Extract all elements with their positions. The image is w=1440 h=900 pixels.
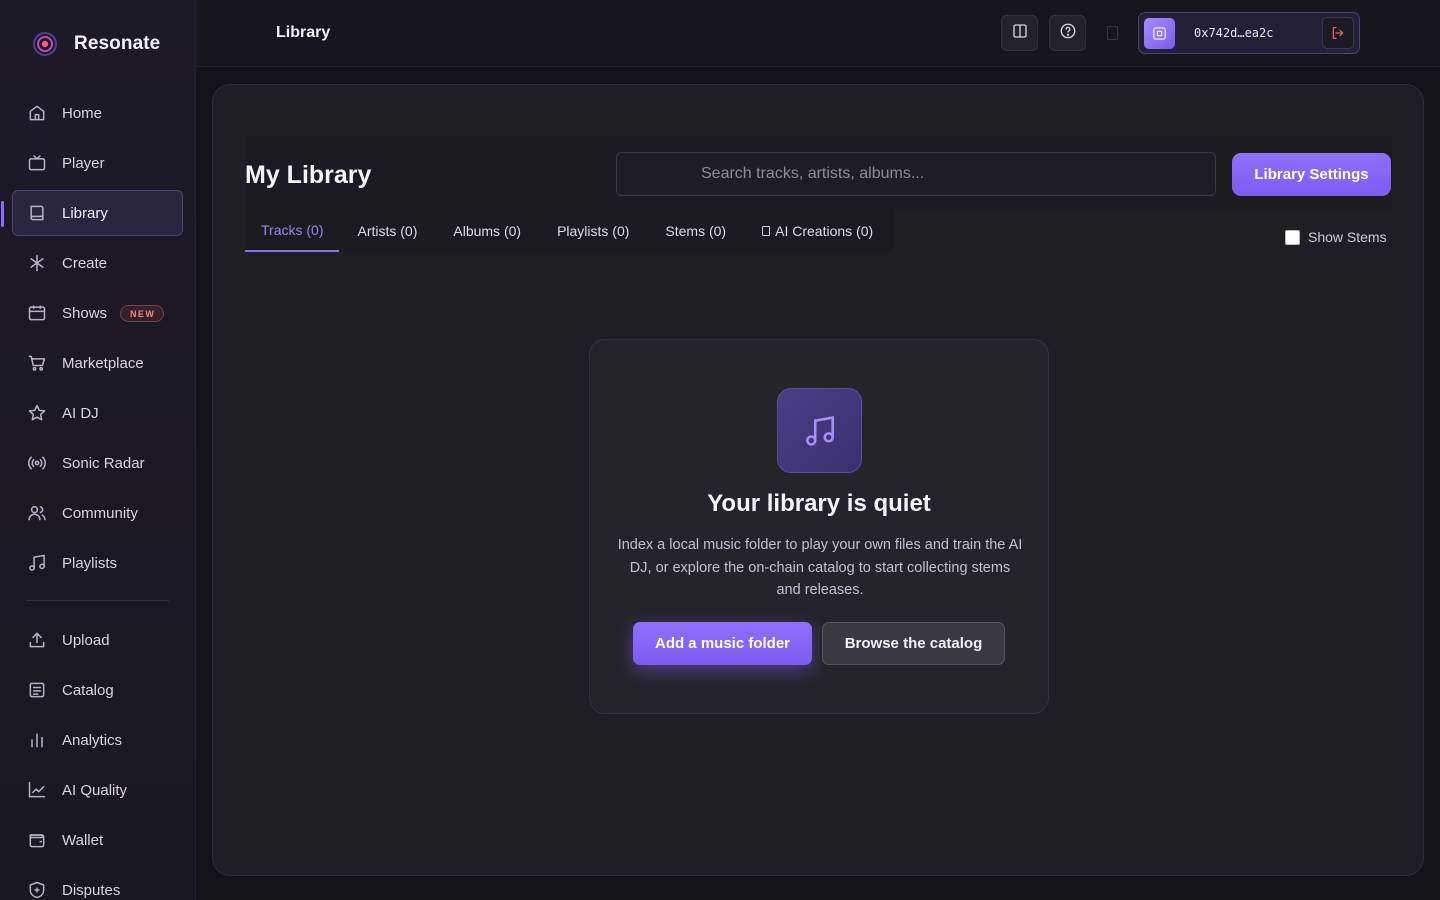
sidebar: Resonate Home Player Library Create Show… <box>0 0 196 900</box>
sidebar-divider <box>26 600 169 601</box>
sidebar-item-player[interactable]: Player <box>12 140 183 186</box>
tab-tracks[interactable]: Tracks (0) <box>245 209 340 252</box>
catalog-icon <box>26 679 48 701</box>
sidebar-item-sonic-radar[interactable]: Sonic Radar <box>12 440 183 486</box>
library-header: My Library Library Settings <box>245 136 1392 209</box>
upload-icon <box>26 629 48 651</box>
sidebar-item-label: Disputes <box>62 881 121 899</box>
wallet-address: 0x742d…ea2c <box>1194 26 1274 40</box>
sidebar-item-shows[interactable]: Shows NEW <box>12 290 183 336</box>
tab-label: AI Creations (0) <box>775 222 874 239</box>
logout-button[interactable] <box>1322 17 1354 49</box>
empty-state-title: Your library is quiet <box>707 490 931 517</box>
empty-state-description: Index a local music folder to play your … <box>617 537 1023 598</box>
radio-icon <box>26 452 48 474</box>
sidebar-item-label: Create <box>62 254 108 272</box>
library-title: My Library <box>245 161 372 189</box>
library-panel: My Library Library Settings Tracks (0) A… <box>212 84 1424 876</box>
missing-glyph-icon <box>762 225 771 236</box>
brand-name: Resonate <box>74 33 161 54</box>
wallet-icon <box>26 829 48 851</box>
help-button[interactable] <box>1049 15 1086 51</box>
tab-stems[interactable]: Stems (0) <box>647 209 744 252</box>
show-stems-toggle[interactable]: Show Stems <box>1285 229 1387 245</box>
sidebar-item-label: Home <box>62 104 103 122</box>
shield-icon <box>26 879 48 900</box>
tab-ai-creations[interactable]: AI Creations (0) <box>744 209 891 252</box>
sidebar-toggle-button[interactable] <box>1001 15 1038 51</box>
wallet-avatar-icon <box>1144 17 1175 49</box>
tab-artists[interactable]: Artists (0) <box>339 209 435 252</box>
sidebar-item-label: Upload <box>62 631 110 649</box>
panel-layout-icon <box>1011 22 1029 45</box>
sidebar-item-create[interactable]: Create <box>12 240 183 286</box>
page-title: Library <box>276 24 331 41</box>
sidebar-item-label: Community <box>62 504 138 522</box>
top-bar: Library 0x742d…ea2c <box>196 0 1440 67</box>
search-input[interactable] <box>616 152 1216 196</box>
sidebar-item-playlists[interactable]: Playlists <box>12 540 183 586</box>
library-tabs: Tracks (0) Artists (0) Albums (0) Playli… <box>245 209 893 252</box>
bar-chart-icon <box>26 729 48 751</box>
sidebar-item-label: Catalog <box>62 681 114 699</box>
home-icon <box>26 102 48 124</box>
sidebar-item-upload[interactable]: Upload <box>12 617 183 663</box>
sidebar-item-wallet[interactable]: Wallet <box>12 817 183 863</box>
sidebar-item-label: Wallet <box>62 831 104 849</box>
browse-catalog-button[interactable]: Browse the catalog <box>822 622 1005 665</box>
sidebar-item-label: Library <box>62 204 108 222</box>
show-stems-label: Show Stems <box>1308 229 1387 245</box>
sidebar-item-label: Player <box>62 154 105 172</box>
line-chart-icon <box>26 779 48 801</box>
sidebar-nav: Home Player Library Create Shows NEW Mar… <box>1 90 183 900</box>
notification-icon[interactable] <box>1107 26 1118 40</box>
logout-icon <box>1332 27 1344 39</box>
tab-playlists[interactable]: Playlists (0) <box>539 209 647 252</box>
music-note-icon <box>777 388 862 473</box>
sidebar-item-ai-dj[interactable]: AI DJ <box>12 390 183 436</box>
sidebar-item-label: Shows <box>62 304 108 322</box>
tv-icon <box>26 152 48 174</box>
sidebar-item-community[interactable]: Community <box>12 490 183 536</box>
calendar-icon <box>26 302 48 324</box>
resonate-logo-icon <box>32 31 58 57</box>
star-icon <box>26 402 48 424</box>
sidebar-item-analytics[interactable]: Analytics <box>12 717 183 763</box>
sidebar-item-home[interactable]: Home <box>12 90 183 136</box>
sparkle-icon <box>26 252 48 274</box>
sidebar-item-label: Marketplace <box>62 354 144 372</box>
sidebar-item-label: Playlists <box>62 554 118 572</box>
sidebar-item-label: AI DJ <box>62 404 99 422</box>
book-icon <box>26 202 48 224</box>
wallet-button[interactable]: 0x742d…ea2c <box>1138 12 1360 54</box>
tab-albums[interactable]: Albums (0) <box>435 209 539 252</box>
empty-state-card: Your library is quiet Index a local musi… <box>589 339 1049 714</box>
add-music-folder-button[interactable]: Add a music folder <box>633 622 812 665</box>
sidebar-item-library[interactable]: Library <box>1 190 183 236</box>
brand[interactable]: Resonate <box>32 31 160 57</box>
users-icon <box>26 502 48 524</box>
sidebar-item-label: AI Quality <box>62 781 128 799</box>
cart-icon <box>26 352 48 374</box>
show-stems-checkbox[interactable] <box>1285 229 1300 245</box>
help-icon <box>1059 22 1077 45</box>
sidebar-item-catalog[interactable]: Catalog <box>12 667 183 713</box>
music-icon <box>26 552 48 574</box>
sidebar-item-label: Sonic Radar <box>62 454 145 472</box>
sidebar-item-marketplace[interactable]: Marketplace <box>12 340 183 386</box>
sidebar-item-disputes[interactable]: Disputes <box>12 867 183 900</box>
sidebar-item-ai-quality[interactable]: AI Quality <box>12 767 183 813</box>
library-settings-button[interactable]: Library Settings <box>1232 153 1391 196</box>
sidebar-item-label: Analytics <box>62 731 123 749</box>
new-badge: NEW <box>120 304 165 322</box>
